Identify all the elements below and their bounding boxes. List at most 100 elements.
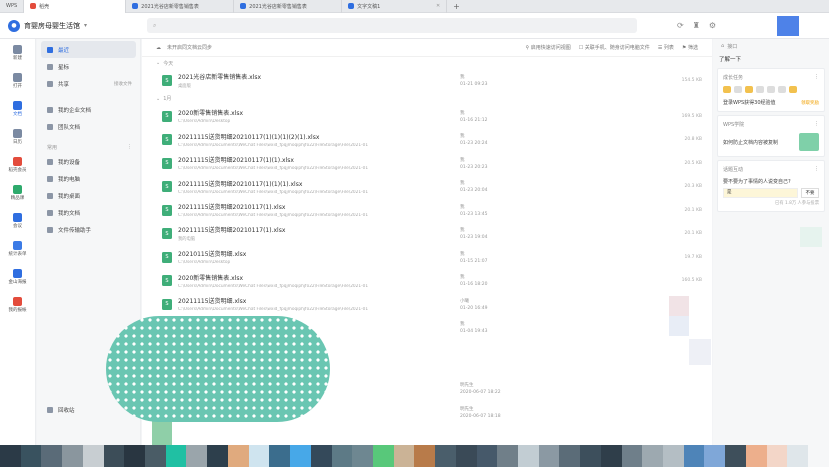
pixel-block: [669, 296, 689, 316]
close-icon[interactable]: ✕: [436, 3, 440, 9]
skin-icon[interactable]: ♜: [693, 21, 700, 30]
task-card[interactable]: 成长任务 ⋮ 登录WPS获得30经验值 领取奖励: [717, 68, 825, 112]
strip-swatch: [248, 445, 270, 467]
table-row[interactable]: S 2021光谷店新零售销售表.xlsx 桌面版 我 01-21 09:23 154…: [142, 69, 712, 93]
clock-icon: [47, 46, 53, 53]
strip-swatch: [227, 445, 249, 467]
rail-meeting[interactable]: 会议: [0, 207, 35, 235]
poll-option-yes[interactable]: 是: [723, 188, 798, 198]
tab-doc[interactable]: 文字文稿1 ✕: [342, 0, 448, 13]
poll-option-no[interactable]: 不要: [801, 188, 819, 198]
rail-open[interactable]: 打开: [0, 67, 35, 95]
tab-sheet-2[interactable]: 2021光谷店新零售销售表: [234, 0, 343, 13]
strip-swatch: [787, 445, 809, 467]
workspace-switcher[interactable]: ● 育婴房母婴生活馆 ▾: [8, 19, 144, 32]
table-row[interactable]: S 20211115送货明细20210117(1)(1).xlsx C:\Users…: [142, 152, 712, 176]
table-row[interactable]: S 2020新零售销售表.xlsx C:\Users\Admin\Desktop 我 0…: [142, 105, 712, 129]
side-item-star[interactable]: 星标: [37, 58, 140, 75]
table-row[interactable]: S 20210115送货明细.xlsx C:\Users\Admin\Desktop…: [142, 246, 712, 270]
tab-bar: WPS 稻壳 2021光谷店新零售销售表 2021光谷店新零售销售表 文字文稿1…: [0, 0, 829, 13]
side-item-team[interactable]: 团队文档: [37, 118, 140, 135]
rail-docer-vip[interactable]: 稻壳会员: [0, 151, 35, 179]
side-item-documents[interactable]: 我的文档: [37, 204, 140, 221]
table-row[interactable]: S 20211115送货明细.xlsx C:\Users\Admin\Documen…: [142, 293, 712, 317]
sheet-icon: [240, 3, 247, 9]
group-today[interactable]: ⌄ 今天: [142, 57, 712, 69]
sync-icon[interactable]: ⟳: [677, 21, 684, 30]
strip-swatch: [393, 445, 415, 467]
strip-swatch: [62, 445, 83, 467]
strip-swatch: [82, 445, 104, 467]
receipt-icon: [13, 297, 22, 306]
more-icon[interactable]: ⋮: [127, 144, 132, 150]
table-row[interactable]: S 20211115送货明细20210117(1).xlsx 我的电脑我 01-23 …: [142, 222, 712, 246]
table-row[interactable]: S 2020新零售销售表.xlsx C:\Users\Admin\Documents…: [142, 269, 712, 293]
rail-courses[interactable]: 精品课: [0, 179, 35, 207]
rail-forms[interactable]: 统计表单: [0, 235, 35, 263]
strip-swatch: [766, 445, 788, 467]
strip-swatch: [0, 445, 21, 467]
more-icon[interactable]: ⋮: [814, 74, 819, 81]
more-icon[interactable]: ⋮: [814, 166, 819, 173]
rail-poster[interactable]: 金山海报: [0, 263, 35, 291]
more-icon[interactable]: ⋮: [814, 121, 819, 128]
play-icon[interactable]: [799, 133, 819, 151]
new-tab-button[interactable]: +: [447, 0, 466, 13]
folder-icon: [47, 209, 53, 216]
side-item-enterprise[interactable]: 我的企业文档: [37, 101, 140, 118]
quick-view-toggle[interactable]: ⚲ 启用快速访问视图: [525, 44, 570, 51]
strip-swatch: [621, 445, 643, 467]
chevron-down-icon: ⌄: [156, 60, 161, 66]
right-panel-top[interactable]: ⌂ 接口: [713, 39, 829, 53]
search-icon: ⌕: [153, 21, 157, 29]
rail-calendar[interactable]: 日历: [0, 123, 35, 151]
tab-wps-home[interactable]: WPS: [0, 0, 25, 13]
plus-icon: [13, 45, 22, 54]
search-input[interactable]: ⌕: [147, 18, 637, 33]
team-icon: [47, 123, 53, 130]
spreadsheet-icon: S: [162, 75, 172, 87]
side-item-desktop[interactable]: 我的桌面: [37, 187, 140, 204]
rail-expense[interactable]: 我的报帐: [0, 291, 35, 319]
strip-swatch: [372, 445, 394, 467]
strip-swatch: [808, 445, 829, 467]
group-month[interactable]: ⌄ 1月: [142, 93, 712, 105]
table-row[interactable]: S 20211115送货明细20210117(1).xlsx C:\Users\Ad…: [142, 199, 712, 223]
phone-link-checkbox[interactable]: ☐ 关联手机、随身访问电脑文件: [579, 44, 650, 51]
tab-sheet-1[interactable]: 2021光谷店新零售销售表: [126, 0, 235, 13]
side-item-transfer[interactable]: 文件传输助手: [37, 221, 140, 238]
avatar[interactable]: [777, 16, 799, 36]
strip-swatch: [642, 445, 663, 467]
table-row[interactable]: S 20211115送货明细20210117(1)(1)(1)(2)(1).xls…: [142, 128, 712, 152]
strip-swatch: [186, 445, 208, 467]
computer-icon: [47, 175, 53, 182]
chevron-down-icon: ▾: [84, 22, 88, 29]
spreadsheet-icon: S: [162, 110, 172, 122]
strip-swatch: [124, 445, 146, 467]
strip-swatch: [600, 445, 622, 467]
table-row[interactable]: S 20211115送货明细20210117(1)(1)(1).xlsx C:\Us…: [142, 175, 712, 199]
filter-button[interactable]: ⚑ 筛选: [682, 44, 698, 51]
tab-docer[interactable]: 稻壳: [24, 0, 127, 13]
poll-card[interactable]: 话题互动 ⋮ 要不要为了事情的人说变自己? 是 不要 已有 1.8万 人参与投票: [717, 160, 825, 212]
calendar-icon: [13, 129, 22, 138]
academy-card[interactable]: WPS学院 ⋮ 如何防止文档内容被复制: [717, 115, 825, 157]
side-item-shared[interactable]: 共享 接收文件: [37, 75, 140, 92]
header: ● 育婴房母婴生活馆 ▾ ⌕ ⟳ ♜ ⚙: [0, 13, 829, 39]
side-item-devices[interactable]: 我的设备: [37, 153, 140, 170]
strip-swatch: [704, 445, 726, 467]
rail-new[interactable]: 新建: [0, 39, 35, 67]
gear-icon[interactable]: ⚙: [709, 21, 716, 30]
trash-icon: [47, 406, 53, 413]
strip-swatch: [517, 445, 539, 467]
transfer-icon: [47, 226, 53, 233]
rail-docs[interactable]: 文档: [0, 95, 35, 123]
side-item-computer[interactable]: 我的电脑: [37, 170, 140, 187]
strip-swatch: [41, 445, 63, 467]
strip-swatch: [435, 445, 456, 467]
strip-swatch: [165, 445, 187, 467]
side-item-recent[interactable]: 最近: [41, 41, 136, 58]
docer-icon: [13, 157, 22, 166]
spreadsheet-icon: S: [162, 298, 172, 310]
list-view-button[interactable]: ☰ 列表: [658, 44, 674, 51]
